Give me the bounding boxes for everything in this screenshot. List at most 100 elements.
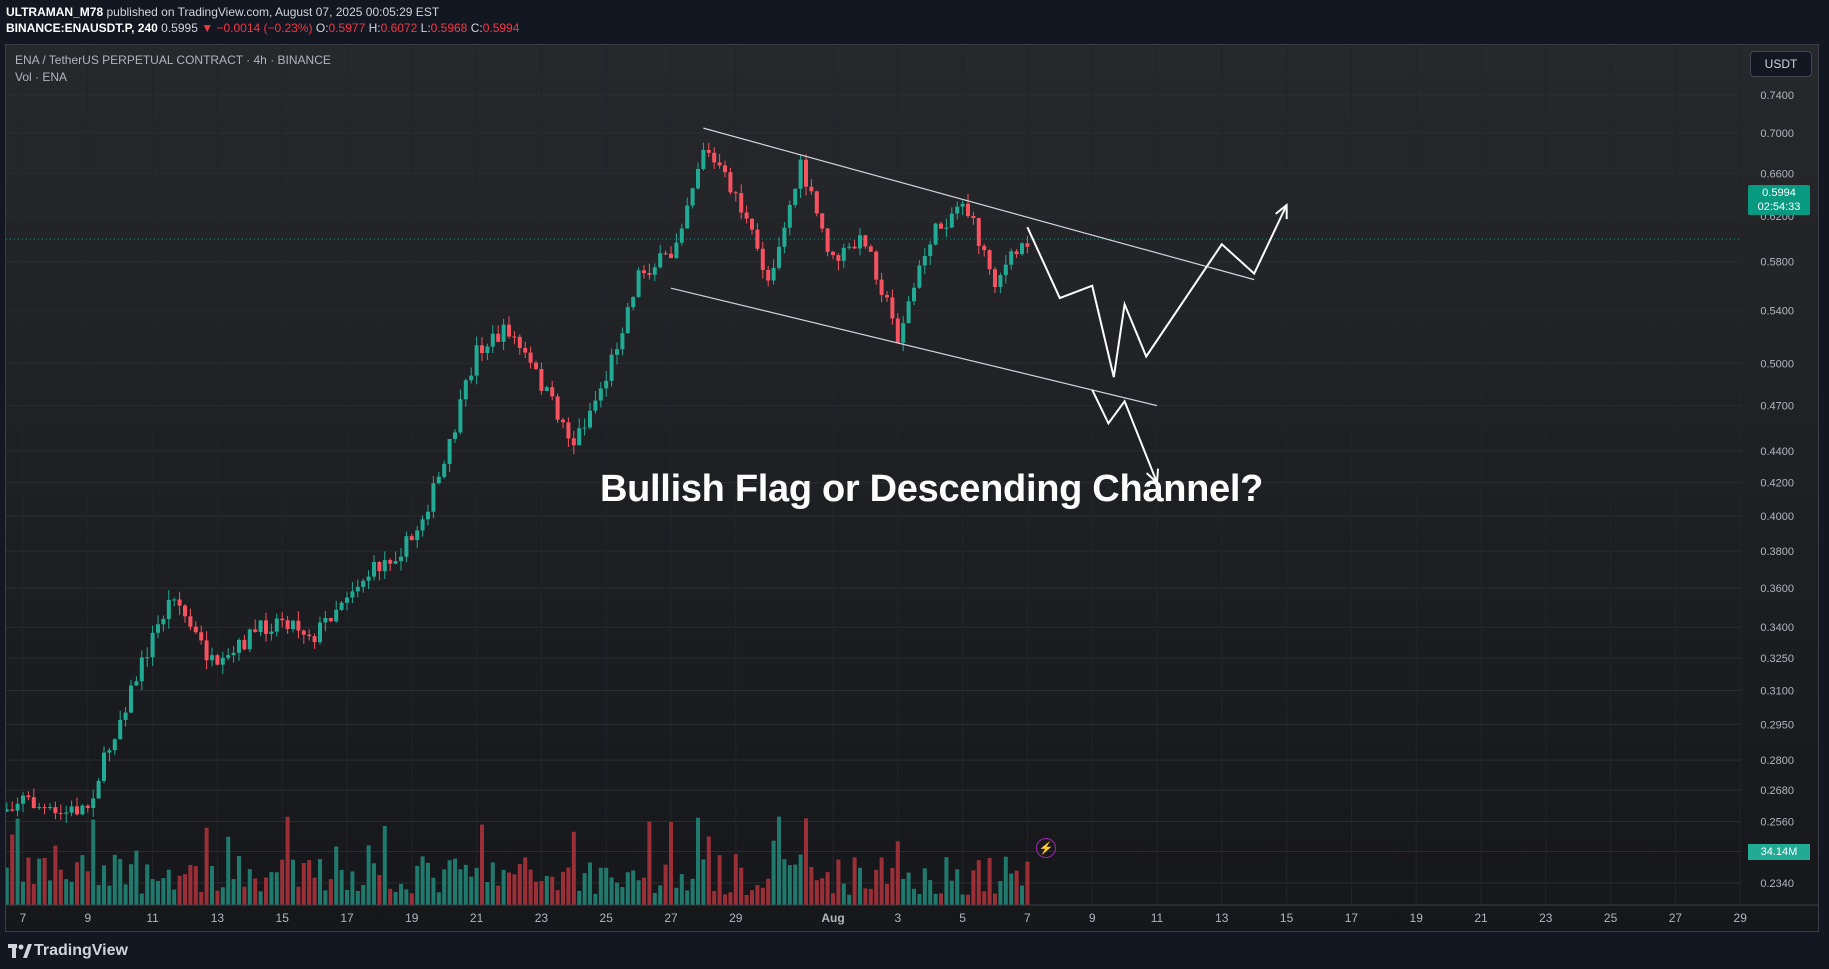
volume-bar — [582, 873, 587, 905]
volume-bar — [944, 857, 949, 905]
candle-body — [922, 255, 927, 266]
candle-body — [134, 681, 139, 686]
candle-body — [971, 216, 976, 219]
footer: TradingView — [0, 933, 1829, 969]
price-change: −0.0014 (−0.23%) — [216, 21, 313, 35]
volume-bar — [237, 856, 241, 905]
candle-body — [507, 324, 511, 337]
candle-body — [631, 296, 636, 308]
candle-body — [674, 242, 679, 259]
volume-bar — [917, 894, 922, 905]
volume-bar — [409, 893, 414, 905]
volume-bar — [75, 862, 79, 905]
chart-headline: Bullish Flag or Descending Channel? — [600, 468, 1264, 510]
candle-body — [420, 519, 425, 531]
x-tick-label: 19 — [1410, 911, 1424, 925]
candle-body — [58, 813, 63, 815]
y-tick-label: 0.2950 — [1760, 719, 1794, 731]
candle-body — [793, 188, 798, 205]
symbol-ohlc-line: BINANCE:ENAUSDT.P, 240 0.5995 ▼ −0.0014 … — [6, 21, 519, 35]
volume-bar — [150, 879, 155, 905]
legend-title[interactable]: ENA / TetherUS PERPETUAL CONTRACT · 4h ·… — [15, 53, 331, 67]
volume-bar — [874, 869, 879, 905]
candle-body — [75, 806, 79, 815]
candle-body — [733, 192, 738, 194]
volume-bar — [609, 877, 614, 905]
volume-bar — [442, 869, 447, 905]
low-label: L: — [420, 21, 431, 35]
volume-bar — [69, 881, 74, 905]
candle-body — [696, 168, 700, 189]
volume-bar — [139, 893, 144, 905]
x-tick-label: 23 — [1539, 911, 1553, 925]
candle-body — [642, 270, 646, 274]
candle-body — [501, 324, 506, 342]
volume-bar — [366, 845, 371, 905]
candle-body — [328, 617, 333, 622]
volume-bar — [712, 890, 717, 905]
volume-bar — [253, 878, 258, 905]
candle-body — [534, 362, 538, 369]
candle-body — [264, 620, 268, 634]
open-label: O: — [315, 21, 329, 35]
volume-bar — [831, 893, 835, 905]
candle-body — [447, 438, 452, 464]
candle-body — [339, 602, 344, 610]
x-tick-label: 17 — [340, 911, 354, 925]
candle-body — [172, 599, 177, 601]
lightning-icon[interactable]: ⚡ — [1036, 838, 1056, 858]
volume-bar — [247, 869, 252, 905]
volume-bar — [717, 855, 722, 905]
volume-bar — [507, 872, 511, 905]
volume-bar — [879, 857, 884, 905]
volume-bar — [107, 885, 112, 905]
volume-bar — [566, 867, 571, 905]
volume-bar — [798, 854, 803, 905]
volume-bar — [771, 840, 776, 905]
volume-bar — [183, 874, 187, 905]
volume-bar — [210, 866, 214, 905]
volume-bar — [242, 886, 247, 905]
candle-body — [706, 149, 711, 153]
candle-body — [296, 620, 301, 631]
volume-bar — [733, 854, 738, 905]
candle-body — [723, 165, 727, 173]
volume-bar — [334, 846, 339, 905]
candle-body — [766, 269, 771, 281]
volume-bar — [485, 882, 490, 905]
candle-body — [825, 228, 830, 252]
brand-name[interactable]: TradingView — [34, 942, 128, 960]
volume-bar — [496, 885, 501, 905]
x-tick-label: 11 — [1151, 911, 1164, 925]
candle-body — [879, 279, 884, 295]
candle-body — [15, 803, 20, 811]
candle-body — [750, 218, 754, 230]
candle-body — [193, 626, 198, 633]
volume-bar — [804, 818, 808, 905]
volume-bar — [161, 878, 166, 905]
candle-body — [48, 807, 52, 809]
candle-body — [118, 719, 123, 740]
volume-bar — [658, 885, 663, 905]
legend-volume[interactable]: Vol · ENA — [15, 70, 331, 84]
volume-bar — [328, 879, 333, 905]
volume-bar — [204, 827, 209, 905]
volume-bar — [6, 867, 9, 905]
candle-body — [436, 476, 441, 484]
volume-bar — [928, 880, 933, 905]
volume-bar — [382, 825, 387, 905]
x-tick-label: 13 — [211, 911, 225, 925]
volume-bar — [982, 891, 987, 905]
x-tick-label: 27 — [1669, 911, 1683, 925]
candle-body — [820, 213, 825, 229]
tradingview-logo-icon[interactable] — [8, 944, 32, 958]
volume-bar — [458, 869, 463, 905]
open-value: 0.5977 — [328, 21, 366, 35]
candle-body — [636, 270, 641, 297]
volume-bar — [631, 870, 636, 905]
volume-bar — [42, 858, 47, 905]
candle-body — [145, 657, 150, 659]
author-name[interactable]: ULTRAMAN_M78 — [6, 5, 103, 19]
x-tick-label: 25 — [1604, 911, 1618, 925]
currency-button[interactable]: USDT — [1750, 51, 1812, 77]
